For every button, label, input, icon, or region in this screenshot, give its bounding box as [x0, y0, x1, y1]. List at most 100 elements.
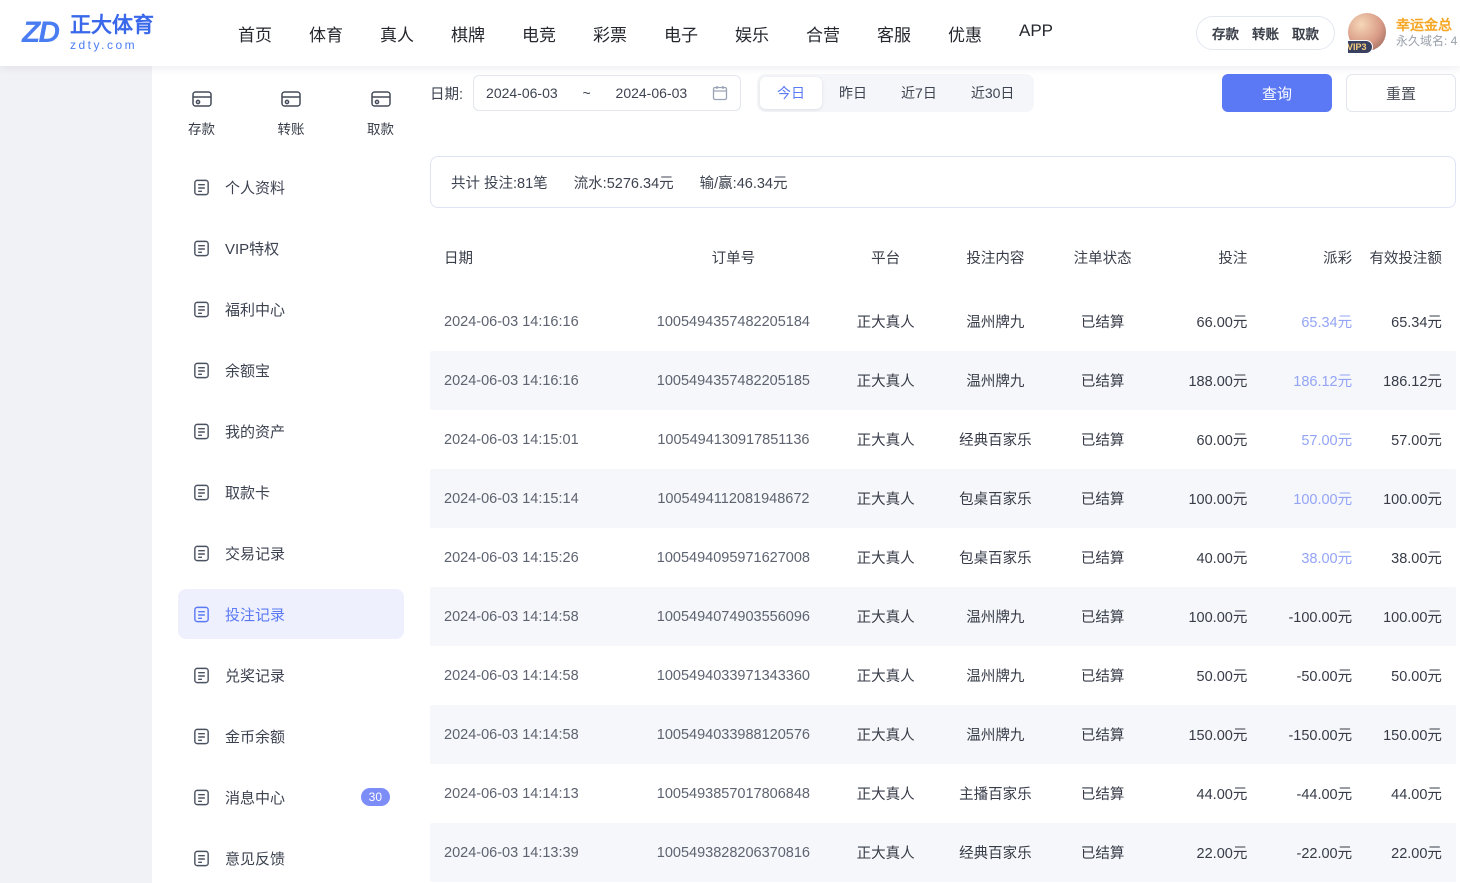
cell-bet-amount: 150.00元 [1153, 724, 1248, 745]
nav-item[interactable]: 体育 [309, 21, 343, 46]
date-to-value[interactable]: 2024-06-03 [616, 85, 688, 101]
wallet-action-button[interactable]: 转账 [1252, 23, 1279, 43]
cell-valid-amount: 38.00元 [1352, 547, 1442, 568]
wallet-action-button[interactable]: 取款 [1292, 23, 1319, 43]
cell-bet-amount: 100.00元 [1153, 606, 1248, 627]
brand-logo[interactable]: ZD 正大体育 zdty.com [18, 14, 206, 52]
sidebar-item[interactable]: 消息中心 30 [178, 772, 404, 822]
sidebar-item-label: 我的资产 [225, 421, 285, 442]
redeem-records-icon [192, 666, 211, 685]
vip-badge: VIP3 [1348, 40, 1373, 54]
cell-bet-content: 经典百家乐 [938, 842, 1053, 863]
top-navbar: ZD 正大体育 zdty.com 首页 体育 真人 棋牌 电竞 彩票 电子 娱乐… [0, 0, 1460, 66]
sidebar-item[interactable]: VIP特权 [178, 223, 404, 273]
query-button[interactable]: 查询 [1222, 74, 1332, 112]
cell-date: 2024-06-03 14:15:14 [444, 491, 634, 507]
quick-action[interactable]: 取款 [367, 88, 394, 138]
cell-status: 已结算 [1053, 547, 1153, 568]
cell-bet-amount: 44.00元 [1153, 783, 1248, 804]
column-header: 订单号 [634, 247, 834, 268]
profile-card-icon [192, 178, 211, 197]
cell-valid-amount: 22.00元 [1352, 842, 1442, 863]
cell-date: 2024-06-03 14:14:13 [444, 786, 634, 802]
cell-valid-amount: 186.12元 [1352, 370, 1442, 391]
summary-item: 输/赢:46.34元 [700, 172, 788, 193]
cell-payout: -44.00元 [1247, 783, 1352, 804]
table-row: 2024-06-03 14:16:16 1005494357482205185 … [430, 351, 1456, 410]
cell-payout: 65.34元 [1247, 311, 1352, 332]
vip-crown-icon [192, 239, 211, 258]
nav-item[interactable]: 彩票 [593, 21, 627, 46]
nav-item[interactable]: 真人 [380, 21, 414, 46]
cell-platform: 正大真人 [833, 370, 938, 391]
header-right: 存款 转账 取款 VIP3 幸运金总 永久域名: 4 [1196, 12, 1460, 54]
sidebar-item[interactable]: 我的资产 [178, 406, 404, 456]
reset-button[interactable]: 重置 [1346, 74, 1456, 112]
sidebar-item[interactable]: 取款卡 [178, 467, 404, 517]
sidebar-item[interactable]: 投注记录 [178, 589, 404, 639]
sidebar-item[interactable]: 个人资料 [178, 162, 404, 212]
cell-status: 已结算 [1053, 842, 1153, 863]
betting-records-page: 日期: 2024-06-03 ~ 2024-06-03 今日 昨日 [430, 66, 1460, 883]
date-from-value[interactable]: 2024-06-03 [486, 85, 558, 101]
cell-date: 2024-06-03 14:13:39 [444, 845, 634, 861]
user-info[interactable]: VIP3 幸运金总 永久域名: 4 [1348, 12, 1460, 54]
cell-date: 2024-06-03 14:14:58 [444, 668, 634, 684]
nav-item[interactable]: APP [1019, 21, 1053, 46]
cell-valid-amount: 65.34元 [1352, 311, 1442, 332]
nav-item[interactable]: 棋牌 [451, 21, 485, 46]
gold-coin-icon [192, 727, 211, 746]
cell-platform: 正大真人 [833, 429, 938, 450]
sidebar-item[interactable]: 意见反馈 [178, 833, 404, 883]
message-center-icon [192, 788, 211, 807]
sidebar-item[interactable]: 兑奖记录 [178, 650, 404, 700]
cell-bet-amount: 50.00元 [1153, 665, 1248, 686]
cell-payout: 38.00元 [1247, 547, 1352, 568]
cell-bet-amount: 60.00元 [1153, 429, 1248, 450]
permanent-domain-note: 永久域名: 4 [1396, 34, 1457, 50]
table-row: 2024-06-03 14:15:26 1005494095971627008 … [430, 528, 1456, 587]
nav-item[interactable]: 娱乐 [735, 21, 769, 46]
date-range-picker[interactable]: 2024-06-03 ~ 2024-06-03 [473, 75, 741, 111]
sidebar-quick-actions: 存款 转账 [152, 88, 430, 138]
transfer-icon [280, 88, 302, 110]
date-range-tilde: ~ [583, 85, 591, 101]
sidebar-item-label: 金币余额 [225, 726, 285, 747]
nav-item[interactable]: 电子 [664, 21, 698, 46]
table-header-row: 日期 订单号 平台 投注内容 注单状态 投注 派彩 有效投注额 [430, 232, 1456, 282]
range-tab[interactable]: 今日 [760, 77, 822, 109]
quick-action[interactable]: 存款 [188, 88, 215, 138]
nav-item[interactable]: 客服 [877, 21, 911, 46]
cell-bet-content: 经典百家乐 [938, 429, 1053, 450]
sidebar-item[interactable]: 交易记录 [178, 528, 404, 578]
cell-valid-amount: 57.00元 [1352, 429, 1442, 450]
range-tab[interactable]: 昨日 [822, 77, 884, 109]
cell-status: 已结算 [1053, 724, 1153, 745]
cell-valid-amount: 100.00元 [1352, 606, 1442, 627]
quick-action[interactable]: 转账 [278, 88, 305, 138]
column-header: 日期 [444, 247, 634, 268]
cell-platform: 正大真人 [833, 783, 938, 804]
column-header: 派彩 [1247, 247, 1352, 268]
bet-records-table: 日期 订单号 平台 投注内容 注单状态 投注 派彩 有效投注额 [430, 232, 1456, 882]
sidebar-item[interactable]: 余额宝 [178, 345, 404, 395]
left-gutter [0, 66, 152, 883]
nav-item[interactable]: 电竞 [522, 21, 556, 46]
cell-bet-amount: 188.00元 [1153, 370, 1248, 391]
nav-item[interactable]: 合营 [806, 21, 840, 46]
cell-payout: -150.00元 [1247, 724, 1352, 745]
nav-item[interactable]: 优惠 [948, 21, 982, 46]
cell-platform: 正大真人 [833, 724, 938, 745]
range-tab[interactable]: 近7日 [884, 77, 954, 109]
transactions-list-icon [192, 544, 211, 563]
wallet-action-button[interactable]: 存款 [1212, 23, 1239, 43]
sidebar-item[interactable]: 金币余额 [178, 711, 404, 761]
calendar-icon[interactable] [712, 85, 728, 101]
sidebar-item[interactable]: 福利中心 [178, 284, 404, 334]
cell-order-number: 1005494357482205184 [634, 314, 834, 330]
cell-status: 已结算 [1053, 606, 1153, 627]
cell-bet-content: 温州牌九 [938, 370, 1053, 391]
cell-order-number: 1005494074903556096 [634, 609, 834, 625]
range-tab[interactable]: 近30日 [954, 77, 1032, 109]
nav-item[interactable]: 首页 [238, 21, 272, 46]
